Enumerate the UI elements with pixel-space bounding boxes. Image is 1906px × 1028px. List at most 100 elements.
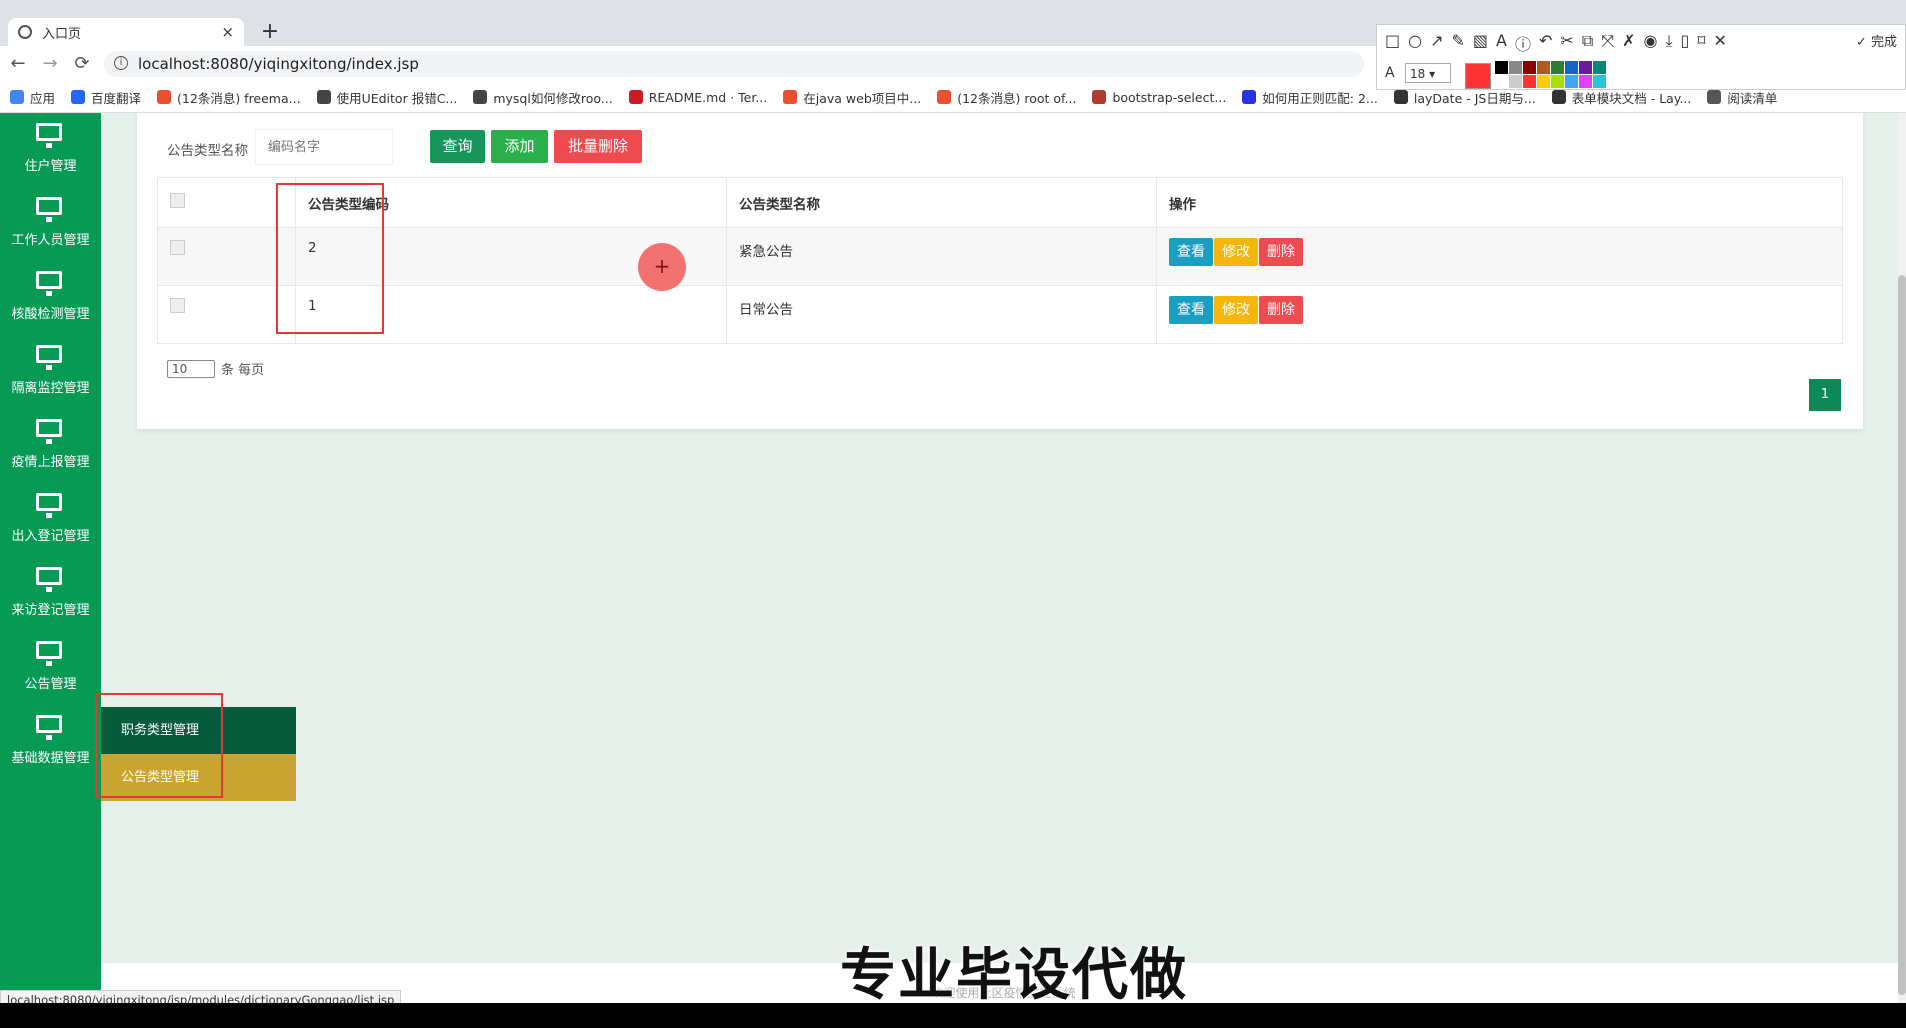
bookmark-item[interactable]: layDate - JS日期与... [1393, 88, 1536, 107]
snip-tool-icon[interactable]: ⤧ [1601, 31, 1614, 55]
forward-button[interactable]: → [38, 52, 62, 76]
snip-tool-icon[interactable]: ◉ [1643, 31, 1657, 55]
info-icon[interactable]: i [114, 56, 128, 70]
sidebar-item-announcements[interactable]: 公告管理 [0, 631, 101, 705]
page-size-select[interactable]: 10 [167, 359, 215, 378]
bookmark-item[interactable]: 如何用正则匹配: 2... [1242, 88, 1378, 107]
browser-tab[interactable]: 入口页 × [8, 18, 244, 46]
bookmark-item[interactable]: 表单模块文档 - Lay... [1551, 88, 1691, 107]
sidebar-item-label: 来访登记管理 [11, 603, 90, 618]
view-button[interactable]: 查看 [1169, 296, 1213, 324]
color-swatch[interactable] [1551, 75, 1564, 88]
address-url[interactable]: localhost:8080/yiqingxitong/index.jsp [138, 55, 419, 73]
bookmark-item[interactable]: 阅读清单 [1707, 88, 1777, 107]
bookmark-item[interactable]: 百度翻译 [71, 88, 141, 107]
select-all-checkbox[interactable] [170, 193, 185, 208]
snip-tool-icon[interactable]: ↶ [1539, 31, 1552, 55]
color-swatch[interactable] [1523, 75, 1536, 88]
snip-tool-icon[interactable]: ✕ [1714, 31, 1727, 55]
bookmark-item[interactable]: 应用 [10, 88, 55, 107]
sidebar-item-epidemic-report[interactable]: 疫情上报管理 [0, 409, 101, 483]
address-bar[interactable]: i localhost:8080/yiqingxitong/index.jsp [104, 51, 1364, 77]
scrollbar-thumb[interactable] [1898, 275, 1906, 995]
snip-tool-icon[interactable]: ⧉ [1582, 31, 1593, 55]
monitor-icon [36, 197, 62, 222]
bookmark-favicon-icon [937, 90, 952, 104]
bookmark-item[interactable]: 在java web项目中... [783, 88, 921, 107]
bookmark-label: 百度翻译 [91, 90, 142, 106]
name-cell: 日常公告 [726, 285, 1157, 344]
snip-tool-icon[interactable]: ⤓ [1665, 31, 1672, 55]
font-size-select[interactable]: 18 ▾ [1405, 63, 1451, 83]
edit-button[interactable]: 修改 [1214, 296, 1258, 324]
bookmark-item[interactable]: (12条消息) freema... [157, 88, 301, 107]
color-swatch[interactable] [1509, 75, 1522, 88]
sidebar-item-staff[interactable]: 工作人员管理 [0, 187, 101, 261]
sidebar-item-residents[interactable]: 住户管理 [0, 113, 101, 187]
sidebar-item-access-log[interactable]: 出入登记管理 [0, 483, 101, 557]
sidebar-item-label: 核酸检测管理 [11, 307, 90, 322]
color-swatch[interactable] [1579, 61, 1592, 74]
edit-button[interactable]: 修改 [1214, 238, 1258, 266]
monitor-icon [36, 123, 62, 148]
new-tab-button[interactable]: + [256, 18, 284, 46]
sidebar-item-visitor-log[interactable]: 来访登记管理 [0, 557, 101, 631]
color-swatch[interactable] [1579, 75, 1592, 88]
color-swatch[interactable] [1523, 61, 1536, 74]
snip-tool-icon[interactable]: ○ [1408, 31, 1422, 55]
color-swatch[interactable] [1593, 75, 1606, 88]
query-button[interactable]: 查询 [430, 130, 485, 163]
delete-button[interactable]: 删除 [1259, 238, 1303, 266]
current-color-swatch[interactable] [1465, 63, 1491, 89]
color-swatch[interactable] [1509, 61, 1522, 74]
snip-tool-icon[interactable]: ✗ [1622, 31, 1635, 55]
color-swatch[interactable] [1537, 75, 1550, 88]
row-checkbox[interactable] [170, 240, 185, 255]
sidebar-item-basic-data[interactable]: 基础数据管理 [0, 705, 101, 779]
bookmark-item[interactable]: mysql如何修改roo... [473, 88, 613, 107]
annotation-rectangle [95, 693, 223, 798]
bookmark-item[interactable]: README.md · Ter... [628, 90, 767, 105]
snip-tool-icon[interactable]: ↗ [1430, 31, 1443, 55]
sidebar-item-label: 住户管理 [24, 159, 77, 174]
search-input[interactable] [255, 129, 393, 165]
page-number-button[interactable]: 1 [1809, 379, 1841, 411]
delete-button[interactable]: 删除 [1259, 296, 1303, 324]
bookmark-item[interactable]: (12条消息) root of... [937, 88, 1076, 107]
color-swatch[interactable] [1537, 61, 1550, 74]
back-button[interactable]: ← [6, 52, 30, 76]
snip-tool-icon[interactable]: ✂ [1560, 31, 1573, 55]
color-swatch[interactable] [1593, 61, 1606, 74]
bookmark-label: bootstrap-select... [1112, 89, 1227, 105]
done-button[interactable]: ✓ 完成 [1856, 31, 1897, 50]
close-tab-icon[interactable]: × [221, 23, 234, 41]
sidebar-item-isolation[interactable]: 隔离监控管理 [0, 335, 101, 409]
view-button[interactable]: 查看 [1169, 238, 1213, 266]
color-swatch[interactable] [1565, 61, 1578, 74]
snip-tool-icon[interactable]: ▧ [1473, 31, 1488, 55]
snip-tool-icon[interactable]: □ [1385, 31, 1400, 55]
monitor-icon [36, 715, 62, 740]
color-swatch[interactable] [1565, 75, 1578, 88]
bookmark-item[interactable]: 使用UEditor 报错C... [316, 88, 457, 107]
font-icon[interactable]: A [1385, 65, 1395, 81]
monitor-icon [36, 345, 62, 370]
sidebar-item-nucleic-test[interactable]: 核酸检测管理 [0, 261, 101, 335]
bookmark-favicon-icon [1551, 90, 1566, 104]
row-checkbox[interactable] [170, 298, 185, 313]
snip-tool-icon[interactable]: ⓘ [1515, 31, 1531, 55]
bookmark-favicon-icon [783, 90, 798, 104]
batch-delete-button[interactable]: 批量删除 [554, 130, 642, 163]
snip-tool-icon[interactable]: ▯ [1681, 31, 1690, 55]
monitor-icon [36, 493, 62, 518]
add-button[interactable]: 添加 [491, 130, 548, 163]
snip-tool-icon[interactable]: ✎ [1452, 31, 1465, 55]
snip-tool-icon[interactable]: A [1496, 31, 1507, 55]
snip-tool-icon[interactable]: ⌑ [1697, 31, 1705, 55]
color-swatch[interactable] [1495, 75, 1508, 88]
color-swatch[interactable] [1495, 61, 1508, 74]
bookmark-item[interactable]: bootstrap-select... [1092, 90, 1226, 105]
sidebar-item-label: 工作人员管理 [11, 233, 90, 248]
reload-button[interactable]: ⟳ [70, 52, 94, 76]
color-swatch[interactable] [1551, 61, 1564, 74]
